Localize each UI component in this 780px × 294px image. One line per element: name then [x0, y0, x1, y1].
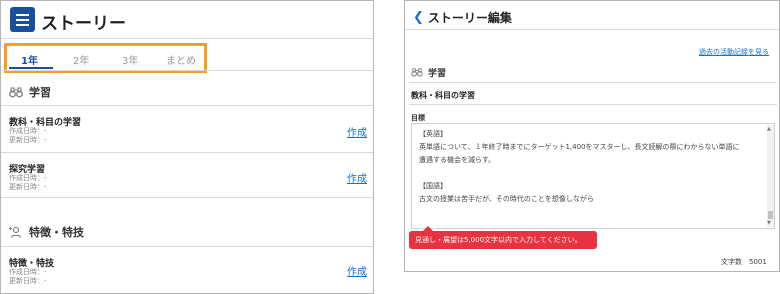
item-created-date: 作成日時：-: [9, 268, 47, 276]
tab-year-3[interactable]: 3年: [122, 52, 138, 67]
textarea-line: 遭遇する機会を減らす。: [419, 156, 496, 164]
menu-bar: [16, 13, 29, 16]
person-sparkle-icon: [9, 226, 22, 238]
active-tab-indicator: [9, 67, 53, 69]
character-count: 文字数 5001: [721, 258, 767, 266]
textarea-line: 【英語】: [419, 130, 447, 138]
hamburger-menu-button[interactable]: [10, 7, 35, 32]
create-link[interactable]: 作成: [347, 124, 367, 139]
divider: [409, 104, 777, 105]
item-updated-date: 更新日時：-: [9, 136, 47, 144]
binoculars-icon: [9, 87, 23, 97]
story-edit-panel: ❮ ストーリー編集 過去の活動記録を見る 学習 教科・科目の学習 目標 【英語】…: [404, 0, 780, 272]
divider: [1, 197, 373, 198]
binoculars-icon: [411, 68, 423, 77]
divider: [1, 105, 373, 106]
tab-year-1[interactable]: 1年: [21, 52, 38, 67]
subsection-title: 教科・科目の学習: [411, 91, 475, 100]
create-link[interactable]: 作成: [347, 263, 367, 278]
item-created-date: 作成日時：-: [9, 174, 47, 182]
section-header-learning: 学習: [9, 84, 51, 100]
item-updated-date: 更新日時：-: [9, 183, 47, 191]
divider: [1, 152, 373, 153]
divider: [1, 246, 373, 247]
divider: [409, 82, 777, 83]
menu-bar: [16, 23, 29, 26]
scroll-up-arrow-icon[interactable]: ▲: [767, 126, 771, 132]
page-title: ストーリー編集: [427, 11, 512, 25]
goal-field-label: 目標: [411, 114, 425, 122]
error-tooltip: 見通し・展望は5,000文字以内で入力してください。: [409, 226, 597, 249]
section-header-learning: 学習: [411, 66, 446, 79]
edit-title: ❮ ストーリー編集: [413, 9, 512, 26]
story-panel: ストーリー 1年 2年 3年 まとめ 学習 教科・科目の学習 作成日時：- 更新…: [0, 0, 374, 294]
textarea-line: 英単語について、１年終了時までにターゲット1,400をマスターし、長文読解の際に…: [419, 143, 740, 151]
section-title: 学習: [428, 69, 447, 79]
section-header-features: 特徴・特技: [9, 224, 84, 240]
header: ストーリー: [1, 1, 373, 39]
goal-textarea[interactable]: 【英語】 英単語について、１年終了時までにターゲット1,400をマスターし、長文…: [411, 123, 775, 229]
history-link[interactable]: 過去の活動記録を見る: [699, 47, 769, 57]
back-chevron-icon[interactable]: ❮: [413, 10, 424, 25]
textarea-line: 古文の授業は苦手だが、その時代のことを想像しながら: [419, 195, 594, 203]
tab-summary[interactable]: まとめ: [166, 52, 196, 67]
page-title: ストーリー: [41, 14, 126, 34]
textarea-scrollbar[interactable]: ▲ ▼: [767, 125, 774, 227]
scroll-thumb[interactable]: [768, 211, 773, 219]
tab-year-2[interactable]: 2年: [73, 52, 89, 67]
divider: [405, 29, 779, 30]
create-link[interactable]: 作成: [347, 170, 367, 185]
textarea-line: 【国語】: [419, 182, 447, 190]
menu-bar: [16, 18, 29, 21]
item-created-date: 作成日時：-: [9, 127, 47, 135]
item-updated-date: 更新日時：-: [9, 277, 47, 285]
scroll-down-arrow-icon[interactable]: ▼: [767, 220, 771, 226]
section-title: 学習: [29, 86, 51, 99]
divider: [1, 70, 373, 71]
section-title: 特徴・特技: [29, 226, 84, 239]
